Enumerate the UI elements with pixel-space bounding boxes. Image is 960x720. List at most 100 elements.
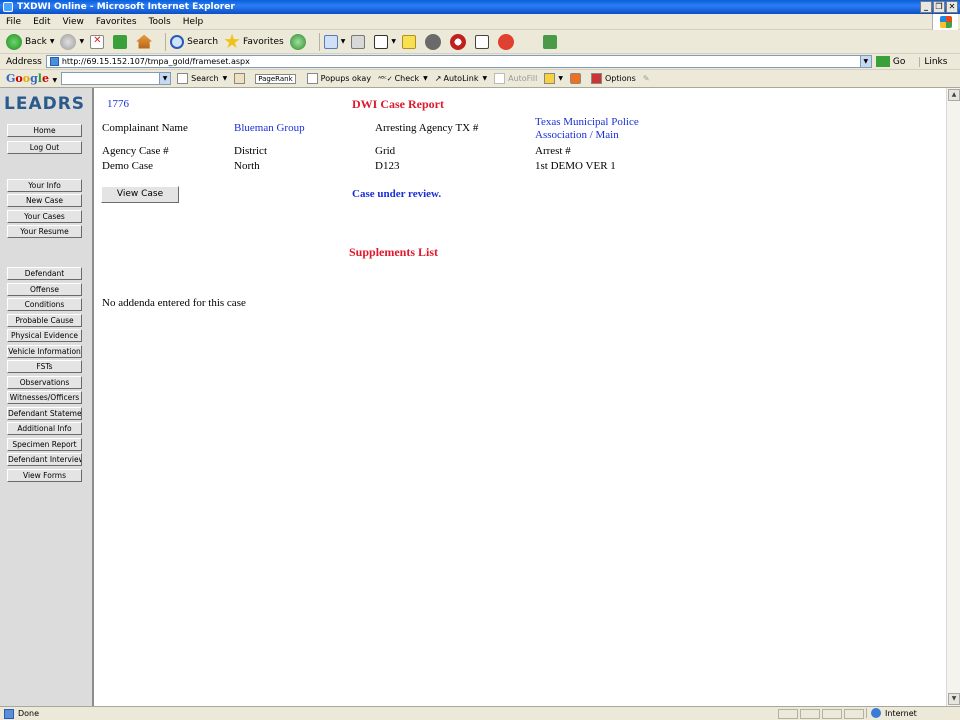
scroll-up-icon[interactable]: ▲ [948, 89, 960, 101]
google-search-input[interactable]: ▼ [61, 72, 172, 85]
google-news-button[interactable] [234, 73, 248, 84]
nav-your-info-button[interactable]: Your Info [7, 179, 82, 192]
view-case-button[interactable]: View Case [101, 186, 179, 203]
arrest-value: 1st DEMO VER 1 [535, 160, 616, 172]
nav-witnesses-officers-button[interactable]: Witnesses/Officers [7, 391, 82, 404]
nav-defendant-statement-button[interactable]: Defendant Statemer [7, 407, 82, 420]
forward-dropdown-icon[interactable]: ▼ [79, 38, 84, 45]
restore-button[interactable]: ❐ [933, 1, 945, 13]
menu-edit[interactable]: Edit [33, 17, 50, 27]
mail-icon [323, 34, 338, 49]
menu-help[interactable]: Help [183, 17, 204, 27]
go-label: Go [892, 56, 906, 67]
blogger-icon [569, 73, 581, 84]
nav-conditions-button[interactable]: Conditions [7, 298, 82, 311]
agency-case-value: Demo Case [102, 160, 154, 172]
favorites-button[interactable]: Favorites [224, 33, 284, 50]
media-button[interactable] [289, 33, 309, 50]
forward-arrow-icon [60, 33, 77, 50]
spellcheck-button[interactable]: ᴬᴮᶜ✓ Check ▼ [378, 74, 428, 83]
toolbar-extra-3[interactable] [474, 34, 492, 49]
refresh-button[interactable] [113, 34, 130, 49]
pagerank-label: PageRank [255, 73, 296, 84]
send-to-button[interactable]: ▼ [544, 73, 563, 84]
globe-icon [871, 708, 881, 718]
nav-your-cases-button[interactable]: Your Cases [7, 210, 82, 223]
menu-view[interactable]: View [63, 17, 84, 27]
nav-observations-button[interactable]: Observations [7, 376, 82, 389]
complainant-value: Blueman Group [234, 122, 305, 134]
back-label: Back [25, 36, 47, 47]
toolbar-extra-1[interactable] [424, 33, 444, 50]
clock-icon [424, 33, 441, 50]
autofill-button[interactable]: AutoFill [494, 73, 537, 84]
toolbar-separator [165, 32, 167, 51]
star-icon [224, 33, 240, 49]
home-button[interactable] [136, 34, 155, 49]
nav-new-case-button[interactable]: New Case [7, 194, 82, 207]
nav-logout-button[interactable]: Log Out [7, 141, 82, 154]
toolbar-extra-4[interactable] [497, 33, 517, 50]
grid-value: D123 [375, 160, 400, 172]
address-input[interactable]: http://69.15.152.107/tmpa_gold/frameset.… [45, 55, 872, 68]
address-dropdown-icon[interactable]: ▼ [859, 56, 871, 67]
back-arrow-icon [6, 33, 22, 50]
vertical-scrollbar[interactable]: ▲ ▼ [946, 88, 960, 706]
mail-button[interactable]: ▼ [323, 34, 345, 49]
options-icon [590, 73, 602, 84]
popups-label: Popups okay [320, 74, 372, 83]
popup-icon [306, 73, 318, 84]
google-logo[interactable]: Google ▼ [6, 72, 57, 85]
nav-probable-cause-button[interactable]: Probable Cause [7, 314, 82, 327]
minimize-button[interactable]: _ [920, 1, 932, 13]
close-button[interactable]: ✕ [946, 1, 958, 13]
google-search-dropdown-icon[interactable]: ▼ [159, 73, 171, 84]
page-done-icon [4, 708, 14, 719]
toolbar-extra-5[interactable] [542, 34, 560, 49]
nav-specimen-report-button[interactable]: Specimen Report [7, 438, 82, 451]
nav-fsts-button[interactable]: FSTs [7, 360, 82, 373]
media-icon [289, 33, 306, 50]
popup-blocker-button[interactable]: Popups okay [306, 73, 372, 84]
search-button[interactable]: Search [170, 34, 218, 49]
pagerank-indicator[interactable]: PageRank [255, 73, 299, 84]
forward-button[interactable]: ▼ [60, 33, 84, 50]
nav-offense-button[interactable]: Offense [7, 283, 82, 296]
nav-defendant-button[interactable]: Defendant [7, 267, 82, 280]
edit-button[interactable]: ▼ [374, 34, 396, 49]
status-text: Done [18, 709, 40, 718]
stop-icon [90, 34, 105, 49]
autolink-button[interactable]: ↗ AutoLink ▼ [435, 74, 487, 83]
highlight-button[interactable]: ✎ [643, 74, 650, 83]
back-dropdown-icon[interactable]: ▼ [50, 38, 55, 45]
nav-your-resume-button[interactable]: Your Resume [7, 225, 82, 238]
sidebar: LEADRS Home Log Out Your Info New Case Y… [0, 88, 94, 706]
notes-button[interactable] [401, 34, 419, 49]
home-icon [136, 34, 153, 49]
people-icon [542, 34, 557, 49]
no-addenda-message: No addenda entered for this case [102, 297, 246, 309]
nav-defendant-interview-button[interactable]: Defendant Interview [7, 453, 82, 466]
menu-file[interactable]: File [6, 17, 21, 27]
toolbar-extra-2[interactable] [449, 33, 469, 50]
nav-home-button[interactable]: Home [7, 124, 82, 137]
nav-physical-evidence-button[interactable]: Physical Evidence [7, 329, 82, 342]
nav-vehicle-information-button[interactable]: Vehicle Information [7, 345, 82, 358]
go-button[interactable]: Go [875, 56, 906, 67]
nav-additional-info-button[interactable]: Additional Info [7, 422, 82, 435]
windows-flag-icon [939, 16, 952, 28]
links-button[interactable]: Links [919, 56, 947, 67]
scroll-down-icon[interactable]: ▼ [948, 693, 960, 705]
back-button[interactable]: Back ▼ [6, 33, 55, 50]
abc-check-icon: ᴬᴮᶜ✓ [378, 74, 393, 83]
google-search-button[interactable]: Search ▼ [177, 73, 227, 84]
blogger-button[interactable] [569, 73, 584, 84]
menu-tools[interactable]: Tools [149, 17, 171, 27]
google-options-button[interactable]: Options [590, 73, 636, 84]
page-icon [49, 57, 59, 66]
nav-view-forms-button[interactable]: View Forms [7, 469, 82, 482]
menu-favorites[interactable]: Favorites [96, 17, 137, 27]
print-button[interactable] [351, 34, 368, 49]
stop-button[interactable] [90, 34, 107, 49]
arresting-agency-value-line1: Texas Municipal Police [535, 116, 639, 128]
